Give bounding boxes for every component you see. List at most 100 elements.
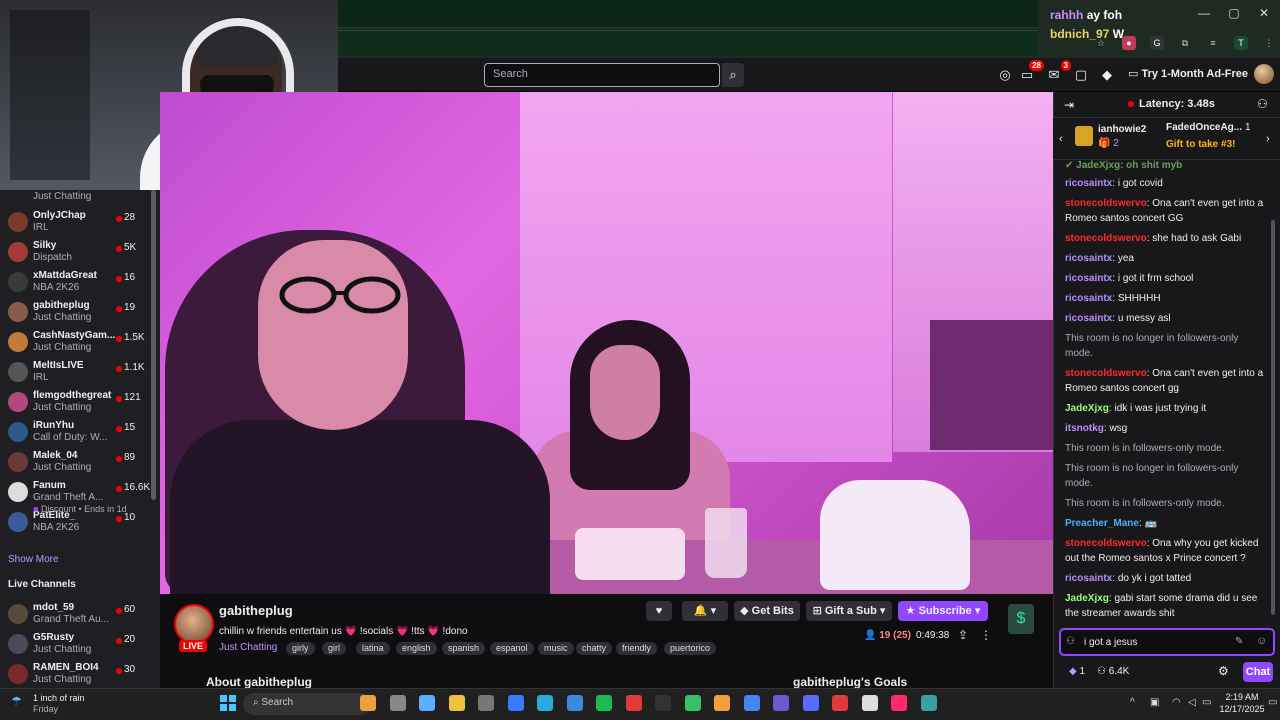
file-explorer-taskbar-icon[interactable] — [448, 695, 465, 711]
channel-name[interactable]: gabitheplug — [219, 603, 293, 618]
taskbar-time[interactable]: 2:19 AM — [1221, 692, 1263, 702]
chevron-left-icon[interactable]: ‹ — [1059, 133, 1063, 145]
chat-scrollbar[interactable] — [1271, 220, 1275, 615]
edge-taskbar-icon[interactable] — [566, 695, 583, 711]
chevron-right-icon[interactable]: › — [1266, 133, 1270, 145]
app-taskbar-icon[interactable] — [714, 695, 730, 711]
volume-icon[interactable]: ◁ — [1188, 697, 1196, 708]
taskbar-date[interactable]: 12/17/2025 — [1212, 704, 1272, 714]
battery-icon[interactable]: ▭ — [1202, 697, 1211, 708]
app-taskbar-icon[interactable] — [802, 695, 819, 711]
stream-tag[interactable]: spanish — [442, 642, 486, 655]
tip-extension-icon[interactable]: $ — [1008, 604, 1034, 634]
whispers-icon[interactable]: ▢ — [1072, 66, 1090, 84]
mute-icon[interactable]: ✎ — [1235, 636, 1243, 647]
chat-username[interactable]: ricosaintx — [1065, 573, 1112, 584]
sidebar-channel[interactable]: flemgodthegreat Just Chatting 121 — [0, 388, 160, 418]
stream-tag[interactable]: girly — [286, 642, 315, 655]
app-taskbar-icon[interactable] — [861, 695, 878, 711]
start-menu-icon[interactable] — [220, 695, 236, 711]
app-taskbar-icon[interactable] — [478, 695, 494, 711]
sidebar-channel[interactable]: MeltIsLIVE IRL 1.1K — [0, 358, 160, 388]
task-view-taskbar-icon[interactable] — [389, 695, 406, 711]
chat-input-value[interactable]: i got a jesus — [1084, 637, 1137, 648]
chat-username[interactable]: stonecoldswervo — [1065, 233, 1147, 244]
follow-heart-icon[interactable]: ♥ — [646, 601, 672, 621]
browser-address-bar[interactable] — [338, 30, 1038, 56]
inbox-icon[interactable]: ✉ 3 — [1045, 60, 1071, 84]
profile-avatar[interactable] — [1254, 64, 1274, 84]
sidebar-channel[interactable]: Silky Dispatch 5K — [0, 238, 160, 268]
prime-loot-icon[interactable]: ◎ — [996, 66, 1014, 84]
chat-username[interactable]: ricosaintx — [1065, 293, 1112, 304]
channel-points[interactable]: ⚇ 6.4K — [1097, 666, 1129, 677]
media-icon[interactable]: ≡ — [1206, 36, 1220, 50]
stream-category-link[interactable]: Just Chatting — [219, 642, 277, 653]
notification-center-icon[interactable]: ▭ — [1268, 697, 1277, 708]
opera-taskbar-icon[interactable] — [655, 695, 671, 711]
live-channel[interactable]: mdot_59 Grand Theft Au... 60 — [0, 600, 160, 630]
chat-username[interactable]: ricosaintx — [1065, 253, 1112, 264]
get-bits-button[interactable]: ◆ Get Bits — [734, 601, 800, 621]
sidebar-channel[interactable]: xMattdaGreat NBA 2K26 16 — [0, 268, 160, 298]
app-taskbar-icon[interactable] — [537, 695, 553, 711]
discord-taskbar-icon[interactable] — [743, 695, 760, 711]
stream-tag[interactable]: chatty — [576, 642, 613, 655]
live-channel[interactable]: G5Rusty Just Chatting 20 — [0, 630, 160, 660]
chat-settings-icon[interactable]: ⚙ — [1218, 664, 1229, 678]
chat-username[interactable]: ricosaintx — [1065, 178, 1112, 189]
more-options-icon[interactable]: ⋮ — [980, 628, 992, 642]
sidebar-channel[interactable]: gabitheplug Just Chatting 19 — [0, 298, 160, 328]
chat-username[interactable]: stonecoldswervo — [1065, 368, 1147, 379]
share-icon[interactable]: ⇪ — [958, 628, 968, 642]
stream-tag[interactable]: music — [538, 642, 574, 655]
chat-username[interactable]: JadeXjxg — [1065, 593, 1109, 604]
sidebar-channel[interactable]: Malek_04 Just Chatting 89 — [0, 448, 160, 478]
subscribe-button[interactable]: ★ Subscribe ▾ — [898, 601, 988, 621]
search-input[interactable]: Search — [484, 63, 720, 87]
live-channel[interactable]: RAMEN_BOI4 Just Chatting 30 — [0, 660, 160, 690]
search-icon[interactable]: ⌕ — [722, 63, 744, 87]
app-taskbar-icon[interactable] — [684, 695, 701, 711]
chat-username[interactable]: itsnotkg — [1065, 423, 1104, 434]
bits-icon[interactable]: ◆ — [1098, 66, 1116, 84]
chat-send-button[interactable]: Chat — [1243, 662, 1273, 682]
chat-username[interactable]: Preacher_Mane — [1065, 518, 1139, 529]
stream-tag[interactable]: latina — [356, 642, 390, 655]
steam-taskbar-icon[interactable] — [507, 695, 524, 711]
profile-t-icon[interactable]: T — [1234, 36, 1248, 50]
close-icon[interactable]: ✕ — [1254, 6, 1274, 22]
copilot-taskbar-icon[interactable] — [419, 695, 435, 711]
chat-username[interactable]: ricosaintx — [1065, 273, 1112, 284]
emote-picker-icon[interactable]: ☺ — [1256, 635, 1267, 647]
stream-tag[interactable]: espanol — [490, 642, 534, 655]
notifications-icon[interactable]: ▭ 28 — [1018, 60, 1044, 84]
collapse-chat-icon[interactable]: ⇥ — [1064, 98, 1074, 112]
stream-tag[interactable]: puertorico — [664, 642, 717, 655]
stream-tag[interactable]: girl — [322, 642, 347, 655]
tray-chevron-icon[interactable]: ^ — [1130, 697, 1135, 708]
chat-username[interactable]: stonecoldswervo — [1065, 198, 1147, 209]
gift-to-take-link[interactable]: Gift to take #3! — [1166, 139, 1235, 150]
channel-avatar[interactable] — [174, 604, 214, 644]
show-more-link[interactable]: Show More — [8, 554, 59, 565]
extension-icon[interactable]: ● — [1122, 36, 1136, 50]
wifi-icon[interactable]: ◠ — [1172, 697, 1181, 708]
chrome-taskbar-icon[interactable] — [773, 695, 789, 711]
ad-free-button[interactable]: ▭ Try 1-Month Ad-Free — [1128, 67, 1248, 80]
app-taskbar-icon[interactable] — [891, 695, 907, 711]
gift-sub-button[interactable]: ⊞ Gift a Sub ▾ — [806, 601, 892, 621]
stream-tag[interactable]: friendly — [616, 642, 658, 655]
tray-app-icon[interactable]: ▣ — [1150, 697, 1159, 708]
notification-bell-icon[interactable]: 🔔 ▾ — [682, 601, 728, 621]
widgets-taskbar-icon[interactable] — [360, 695, 376, 711]
maximize-icon[interactable]: ▢ — [1224, 6, 1244, 22]
community-icon[interactable]: ⚇ — [1257, 97, 1268, 111]
chat-username[interactable]: JadeXjxg — [1065, 403, 1109, 414]
minimize-icon[interactable]: — — [1194, 6, 1214, 22]
puzzle-icon[interactable]: ⧉ — [1178, 36, 1192, 50]
chat-username[interactable]: ricosaintx — [1065, 313, 1112, 324]
spotify-taskbar-icon[interactable] — [625, 695, 642, 711]
sidebar-channel[interactable]: iRunYhu Call of Duty: W... 15 — [0, 418, 160, 448]
taskbar-search[interactable]: ⌕ Search — [243, 693, 371, 715]
